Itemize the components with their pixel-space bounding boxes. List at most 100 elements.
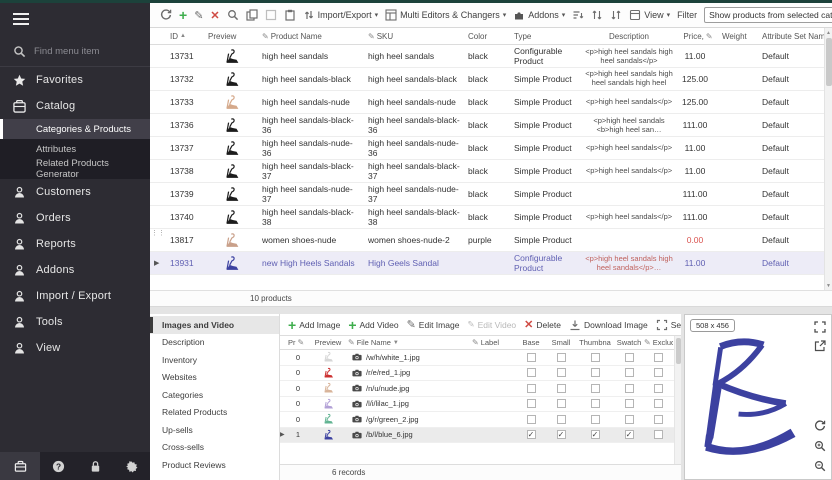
- help-button[interactable]: ?: [40, 460, 77, 473]
- swatch-checkbox[interactable]: [625, 430, 634, 439]
- column-header-swatch[interactable]: Swatch: [614, 338, 644, 347]
- exclude-checkbox[interactable]: [654, 415, 663, 424]
- product-row[interactable]: ▶ 13737 high heel sandals-nude-36 high h…: [150, 137, 832, 160]
- sort-az-button[interactable]: [572, 9, 584, 21]
- image-row[interactable]: ▶ 0: [280, 366, 681, 382]
- product-row[interactable]: ▶ 13732 high heel sandals-black high hee…: [150, 68, 832, 91]
- copy-button[interactable]: [246, 9, 258, 21]
- delete-product-button[interactable]: ✕: [210, 9, 219, 22]
- sidebar-search[interactable]: [0, 39, 150, 67]
- exclude-checkbox[interactable]: [654, 368, 663, 377]
- image-row[interactable]: ▶ 0: [280, 412, 681, 428]
- small-checkbox[interactable]: [557, 399, 566, 408]
- download-image-button[interactable]: Download Image: [569, 319, 648, 331]
- zoom-out-button[interactable]: [813, 459, 826, 472]
- checkbox-tool-button[interactable]: [265, 9, 277, 21]
- column-header-preview[interactable]: Preview: [308, 338, 348, 347]
- sidebar-subitem[interactable]: Attributes: [0, 139, 150, 159]
- sidebar-item[interactable]: Tools: [0, 309, 150, 335]
- exclude-checkbox[interactable]: [654, 353, 663, 362]
- paste-button[interactable]: [284, 9, 296, 21]
- refresh-button[interactable]: [160, 9, 172, 21]
- add-image-button[interactable]: +Add Image: [288, 319, 340, 331]
- image-row[interactable]: ▶ 0: [280, 381, 681, 397]
- sidebar-search-input[interactable]: [34, 46, 134, 57]
- base-checkbox[interactable]: [527, 384, 536, 393]
- image-row[interactable]: ▶ 0: [280, 397, 681, 413]
- column-header-price[interactable]: Price,✎: [674, 32, 716, 41]
- refresh-image-button[interactable]: [813, 419, 826, 432]
- detail-tab[interactable]: Websites: [150, 369, 279, 387]
- swatch-checkbox[interactable]: [625, 415, 634, 424]
- swatch-checkbox[interactable]: [625, 368, 634, 377]
- exclude-checkbox[interactable]: [654, 384, 663, 393]
- zoom-in-button[interactable]: [813, 439, 826, 452]
- column-header-preview[interactable]: Preview: [202, 32, 256, 41]
- add-video-button[interactable]: +Add Video: [348, 319, 398, 331]
- edit-product-button[interactable]: ✎: [194, 9, 203, 22]
- filter-select[interactable]: Show products from selected categories ▾: [704, 7, 832, 23]
- scrollbar-thumb[interactable]: [826, 38, 832, 86]
- detail-tab[interactable]: Related Products: [150, 404, 279, 422]
- sidebar-item-catalog[interactable]: Catalog: [0, 93, 150, 119]
- product-row[interactable]: ▶ 13733 high heel sandals-nude high heel…: [150, 91, 832, 114]
- sidebar-item[interactable]: View: [0, 335, 150, 361]
- base-checkbox[interactable]: [527, 399, 536, 408]
- column-header-description[interactable]: Description: [578, 32, 674, 41]
- scrollbar-thumb[interactable]: [676, 338, 681, 364]
- products-scrollbar[interactable]: ▲ ▼: [824, 28, 832, 290]
- edit-image-button[interactable]: ✎Edit Image: [407, 318, 460, 331]
- collapse-rows-button[interactable]: [610, 9, 622, 21]
- column-header-file-name[interactable]: ✎File Name▼: [348, 338, 472, 347]
- column-header-color[interactable]: Color: [462, 32, 508, 41]
- image-row[interactable]: ▶ 0: [280, 350, 681, 366]
- set-resize-rule-button[interactable]: Set Resize Rule: [656, 319, 681, 331]
- thumbna-checkbox[interactable]: [591, 430, 600, 439]
- detail-tab[interactable]: Product Reviews: [150, 456, 279, 474]
- detail-tab[interactable]: Description: [150, 334, 279, 352]
- thumbna-checkbox[interactable]: [591, 399, 600, 408]
- settings-button[interactable]: [113, 460, 150, 473]
- sidebar-subitem[interactable]: Related Products Generator: [0, 159, 150, 179]
- edit-video-button[interactable]: ✎Edit Video: [467, 319, 516, 330]
- small-checkbox[interactable]: [557, 384, 566, 393]
- column-header-thumbna[interactable]: Thumbna: [576, 338, 614, 347]
- base-checkbox[interactable]: [527, 415, 536, 424]
- detail-tab[interactable]: Categories: [150, 386, 279, 404]
- open-external-button[interactable]: [813, 339, 826, 352]
- product-row[interactable]: ▶ 13817 women shoes-nude women shoes-nud…: [150, 229, 832, 252]
- menu-toggle-button[interactable]: [0, 0, 150, 39]
- exclude-checkbox[interactable]: [654, 430, 663, 439]
- product-row[interactable]: ▶ 13931 new High Heels Sandals High Geel…: [150, 252, 832, 275]
- product-row[interactable]: ▶ 13739 high heel sandals-nude-37 high h…: [150, 183, 832, 206]
- detail-tab[interactable]: Up-sells: [150, 421, 279, 439]
- detail-tab[interactable]: Images and Video: [150, 316, 279, 334]
- sidebar-item[interactable]: Reports: [0, 231, 150, 257]
- small-checkbox[interactable]: [557, 415, 566, 424]
- sidebar-item[interactable]: Orders: [0, 205, 150, 231]
- import-export-menu[interactable]: Import/Export▾: [303, 9, 379, 21]
- sidebar-item[interactable]: Addons: [0, 257, 150, 283]
- column-header-base[interactable]: Base: [516, 338, 546, 347]
- store-button[interactable]: [0, 452, 40, 480]
- exclude-checkbox[interactable]: [654, 399, 663, 408]
- thumbna-checkbox[interactable]: [591, 368, 600, 377]
- thumbna-checkbox[interactable]: [591, 353, 600, 362]
- small-checkbox[interactable]: [557, 368, 566, 377]
- delete-image-button[interactable]: ✕Delete: [524, 318, 561, 331]
- swatch-checkbox[interactable]: [625, 384, 634, 393]
- lock-button[interactable]: [77, 460, 114, 473]
- product-row[interactable]: ▶ 13736 high heel sandals-black-36 high …: [150, 114, 832, 137]
- column-header-pr[interactable]: Pr✎: [288, 338, 308, 347]
- base-checkbox[interactable]: [527, 353, 536, 362]
- column-header-product-name[interactable]: ✎Product Name: [256, 32, 362, 41]
- sidebar-item[interactable]: Customers: [0, 179, 150, 205]
- column-header-id[interactable]: ID▲: [164, 32, 202, 41]
- product-row[interactable]: ▶ 13731 high heel sandals high heel sand…: [150, 45, 832, 68]
- column-header-sku[interactable]: ✎SKU: [362, 32, 462, 41]
- search-products-button[interactable]: [227, 9, 239, 21]
- detail-tab[interactable]: Inventory: [150, 351, 279, 369]
- thumbna-checkbox[interactable]: [591, 415, 600, 424]
- images-scrollbar[interactable]: [674, 336, 681, 464]
- splitter-handle[interactable]: ⋮⋮: [151, 230, 156, 244]
